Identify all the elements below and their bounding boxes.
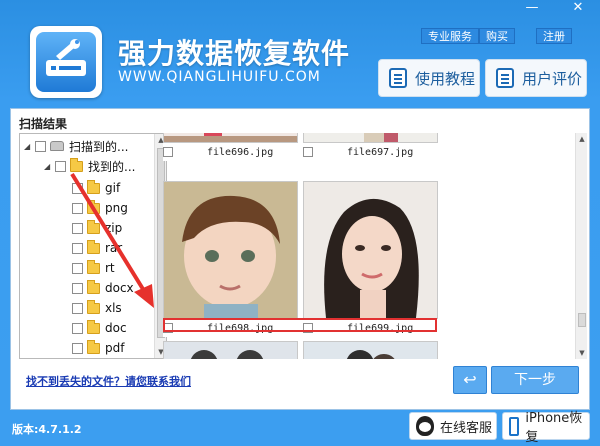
pro-service-link[interactable]: 专业服务 (421, 28, 479, 44)
grid-scroll-thumb[interactable] (578, 313, 586, 327)
tree-checkbox[interactable] (72, 262, 83, 274)
qq-penguin-icon (416, 416, 434, 436)
tree-item-label: xls (105, 301, 122, 315)
tree-item-label: 找到的... (88, 159, 136, 174)
drive-icon (50, 141, 64, 151)
online-service-label: 在线客服 (440, 420, 493, 436)
file-thumbnail[interactable] (303, 341, 438, 359)
tree-item-label: rar (105, 241, 123, 255)
expand-icon[interactable]: ◢ (44, 162, 52, 171)
scan-result-panel: 扫描结果 ◢ 扫描到的... ◢ 找到的... gif png zip rar rt do… (10, 108, 590, 410)
tree-item-label: gif (105, 181, 121, 195)
tree-item-folder[interactable]: xls (72, 298, 122, 318)
folder-icon (87, 259, 100, 274)
tree-item-folder[interactable]: db (72, 358, 120, 359)
version-label: 版本:4.7.1.2 (12, 423, 82, 436)
tutorial-label: 使用教程 (415, 69, 476, 88)
folder-icon (87, 199, 100, 214)
tree-checkbox[interactable] (72, 282, 83, 294)
file-thumbnail[interactable] (163, 341, 298, 359)
file-tile[interactable]: file697.jpg (303, 133, 438, 161)
phone-icon (509, 416, 520, 436)
file-tile[interactable] (163, 341, 298, 359)
online-service-button[interactable]: 在线客服 (409, 412, 497, 440)
file-thumbnail-woman[interactable] (303, 181, 438, 319)
file-thumbnail[interactable] (303, 133, 438, 143)
iphone-recovery-button[interactable]: iPhone恢复 (502, 411, 590, 445)
file-label: file697.jpg (303, 145, 438, 159)
iphone-recovery-label: iPhone恢复 (525, 411, 583, 445)
tree-item-folder[interactable]: pdf (72, 338, 124, 358)
tree-item-root[interactable]: ◢ 扫描到的... (24, 136, 128, 156)
tutorial-button[interactable]: 使用教程 (378, 59, 480, 97)
minimize-button[interactable]: — (520, 0, 544, 16)
tree-item-label: rt (105, 261, 115, 275)
file-name: file697.jpg (347, 146, 414, 158)
file-thumbnail-boy[interactable] (163, 181, 298, 319)
folder-icon (87, 179, 100, 194)
filename-highlight-box (163, 318, 437, 332)
file-checkbox[interactable] (303, 147, 313, 157)
tree-item-folder[interactable]: zip (72, 218, 122, 238)
grid-scrollbar[interactable]: ▲ ▼ (575, 133, 587, 359)
tree-item-label: doc (105, 321, 127, 335)
back-button[interactable]: ↩ (453, 366, 487, 394)
tree-item-folder[interactable]: gif (72, 178, 120, 198)
tree-checkbox[interactable] (72, 222, 83, 234)
comment-icon (496, 68, 514, 88)
tree-item-label: docx (105, 281, 134, 295)
folder-icon (87, 339, 100, 354)
register-link[interactable]: 注册 (536, 28, 572, 44)
folder-icon (70, 157, 83, 172)
tree-item-folder[interactable]: doc (72, 318, 127, 338)
tree-checkbox[interactable] (72, 342, 83, 354)
tree-item-folder[interactable]: png (72, 198, 128, 218)
file-tile[interactable]: file696.jpg (163, 133, 298, 161)
app-title: 强力数据恢复软件 (118, 37, 351, 70)
drive-wrench-icon (36, 32, 96, 92)
expand-icon[interactable]: ◢ (24, 142, 32, 151)
tree-item-label: zip (105, 221, 123, 235)
tree-checkbox[interactable] (35, 140, 46, 152)
user-review-button[interactable]: 用户评价 (485, 59, 587, 97)
user-review-label: 用户评价 (522, 69, 583, 88)
folder-icon (87, 299, 100, 314)
tree-item-label: png (105, 201, 128, 215)
folder-icon (87, 239, 100, 254)
panel-title: 扫描结果 (19, 117, 68, 131)
file-tile[interactable]: file698.jpg (163, 181, 298, 337)
tree-checkbox[interactable] (55, 160, 66, 172)
app-window: 强力数据恢复软件 WWW.QIANGLIHUIFU.COM — ✕ 专业服务 购… (0, 0, 600, 446)
next-step-button[interactable]: 下一步 (491, 366, 579, 394)
buy-link[interactable]: 购买 (479, 28, 515, 44)
tree-checkbox[interactable] (72, 302, 83, 314)
file-label: file696.jpg (163, 145, 298, 159)
file-thumbnail[interactable] (163, 133, 298, 143)
tree-checkbox[interactable] (72, 322, 83, 334)
app-logo (30, 26, 102, 98)
tree-item-found[interactable]: ◢ 找到的... (44, 156, 135, 176)
app-url: WWW.QIANGLIHUIFU.COM (118, 69, 321, 85)
tree-item-label: 扫描到的... (69, 139, 129, 154)
tree-checkbox[interactable] (72, 202, 83, 214)
file-tile[interactable]: file699.jpg (303, 181, 438, 337)
file-tile[interactable] (303, 341, 438, 359)
close-button[interactable]: ✕ (566, 0, 590, 16)
document-icon (389, 68, 407, 88)
tree-item-folder[interactable]: rar (72, 238, 122, 258)
folder-icon (87, 279, 100, 294)
tree-item-folder[interactable]: docx (72, 278, 134, 298)
tree-checkbox[interactable] (72, 182, 83, 194)
file-name: file696.jpg (207, 146, 274, 158)
tree-item-label: pdf (105, 341, 125, 355)
scroll-down-icon[interactable]: ▼ (576, 347, 588, 359)
scroll-up-icon[interactable]: ▲ (576, 133, 588, 145)
folder-tree: ◢ 扫描到的... ◢ 找到的... gif png zip rar rt docx xls… (19, 133, 167, 359)
tree-item-folder[interactable]: rt (72, 258, 115, 278)
folder-icon (87, 219, 100, 234)
folder-icon (87, 319, 100, 334)
contact-us-link[interactable]: 找不到丢失的文件？请您联系我们 (26, 373, 191, 389)
file-checkbox[interactable] (163, 147, 173, 157)
tree-checkbox[interactable] (72, 242, 83, 254)
